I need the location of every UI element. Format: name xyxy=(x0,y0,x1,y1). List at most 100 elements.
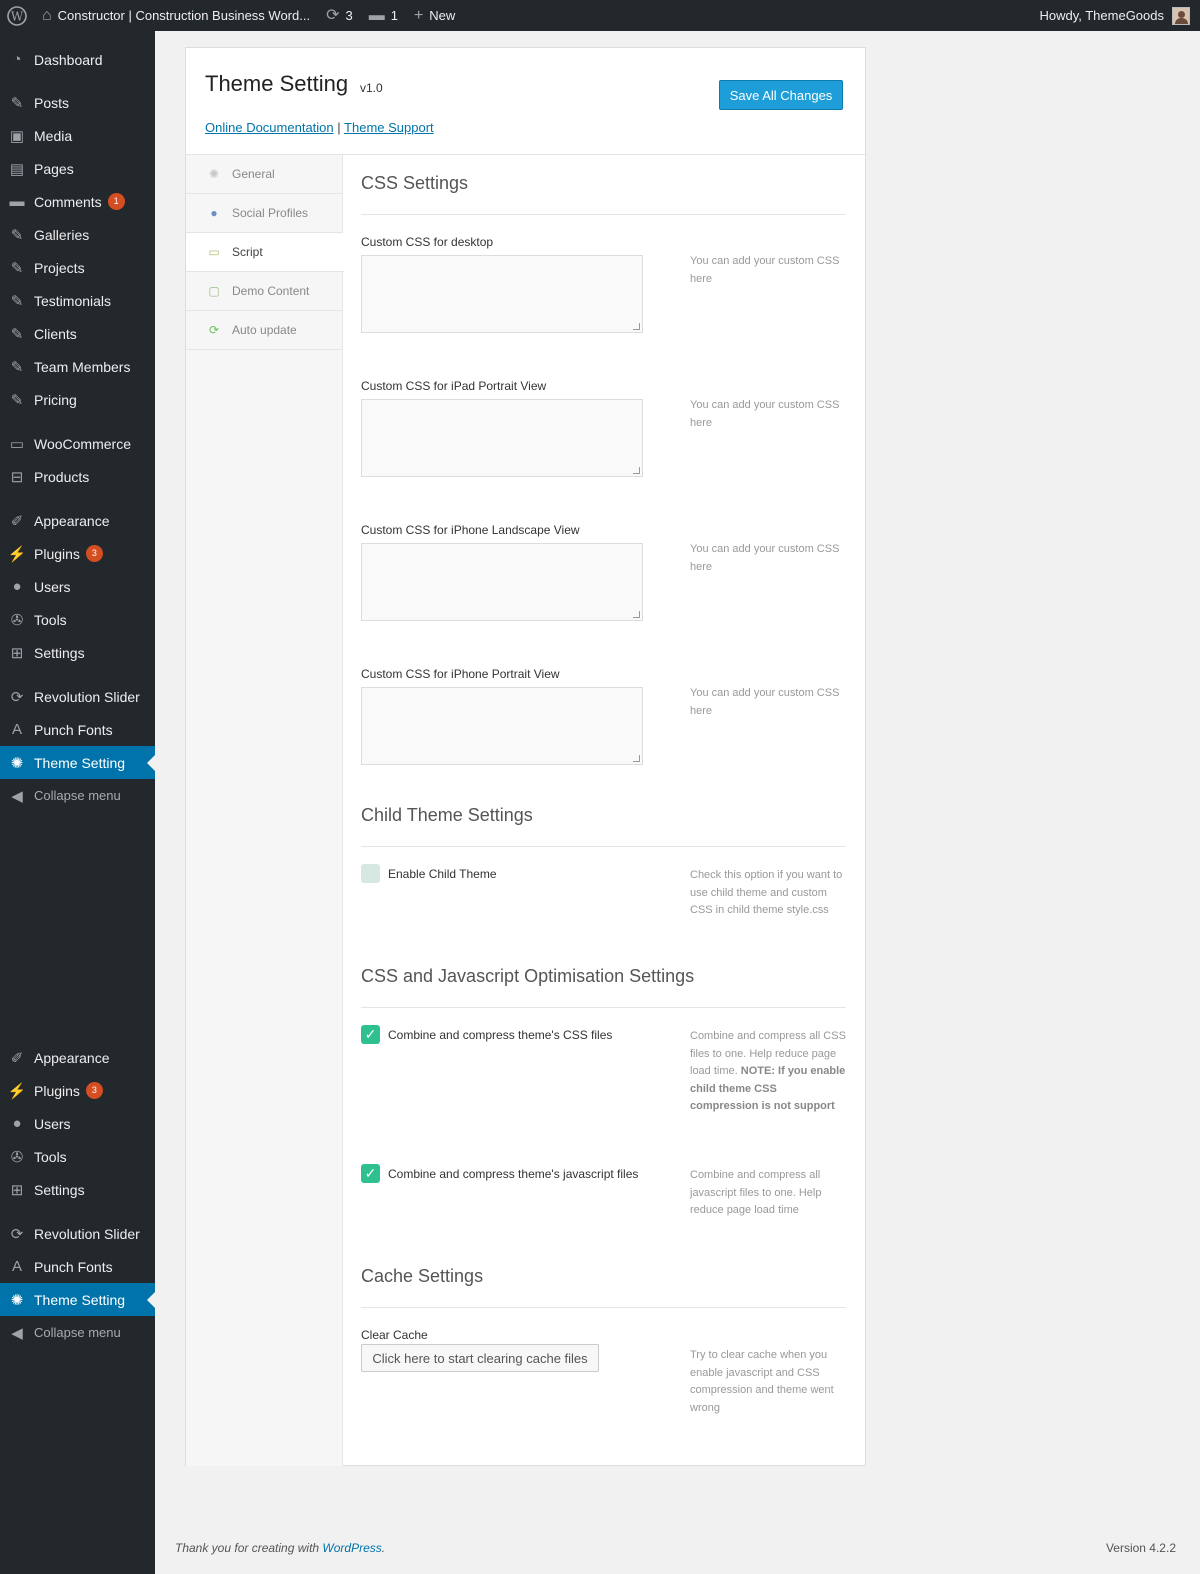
sidebar-item-label: Theme Setting xyxy=(34,1291,126,1308)
sidebar-item-punch-fonts[interactable]: A Punch Fonts xyxy=(0,1250,155,1283)
compress-css-checkbox[interactable]: ✓ xyxy=(361,1025,380,1044)
sidebar-item-theme-setting[interactable]: ✺ Theme Setting xyxy=(0,746,155,779)
wordpress-logo-icon[interactable]: W xyxy=(0,0,34,31)
tab-label: Script xyxy=(232,245,263,259)
custom-css-iphone-portrait-textarea[interactable] xyxy=(361,687,643,765)
sidebar-item-label: Users xyxy=(34,578,71,595)
field-label-desktop: Custom CSS for desktop xyxy=(361,235,494,249)
sidebar-item-woocommerce[interactable]: ▭ WooCommerce xyxy=(0,427,155,460)
sidebar-item-label: Galleries xyxy=(34,226,90,243)
optimisation-settings-title: CSS and Javascript Optimisation Settings xyxy=(361,966,846,1008)
footer-thanks: Thank you for creating with WordPress. xyxy=(175,1541,385,1555)
sidebar-item-team-members[interactable]: ✎ Team Members xyxy=(0,350,155,383)
new-content-link[interactable]: + New xyxy=(406,0,463,31)
svg-text:W: W xyxy=(11,9,24,23)
sidebar-item-appearance[interactable]: ✐ Appearance xyxy=(0,504,155,537)
font-icon: A xyxy=(11,1258,22,1275)
theme-support-link[interactable]: Theme Support xyxy=(344,120,434,135)
wordpress-link[interactable]: WordPress xyxy=(322,1541,381,1555)
sidebar-item-label: Tools xyxy=(34,1148,67,1165)
admin-bar: W ⌂ Constructor | Construction Business … xyxy=(0,0,1200,31)
tab-auto-update[interactable]: ⟳ Auto update xyxy=(186,311,343,350)
user-icon: ● xyxy=(12,578,22,595)
sidebar-item-label: Testimonials xyxy=(34,292,112,309)
my-account-link[interactable]: Howdy, ThemeGoods xyxy=(1031,0,1200,31)
sidebar-item-label: Revolution Slider xyxy=(34,688,140,705)
refresh-icon: ⟳ xyxy=(10,688,24,706)
font-icon: A xyxy=(11,721,22,738)
sidebar-item-label: Pricing xyxy=(34,391,77,408)
gear-icon: ✺ xyxy=(10,1291,24,1309)
sidebar-item-settings[interactable]: ⊞ Settings xyxy=(0,1173,155,1206)
plug-icon: ⚡ xyxy=(7,1082,27,1100)
sidebar-item-plugins[interactable]: ⚡ Plugins 3 xyxy=(0,537,155,570)
sidebar-item-media[interactable]: ▣ Media xyxy=(0,119,155,152)
footer-period: . xyxy=(381,1541,386,1555)
sidebar-item-plugins[interactable]: ⚡ Plugins 3 xyxy=(0,1074,155,1107)
sidebar-item-posts[interactable]: ✎ Posts xyxy=(0,86,155,119)
admin-sidebar: ◔ Dashboard ✎ Posts ▣ Media ▤ Pages ▬ Comments 1 ✎ G… xyxy=(0,31,155,1574)
custom-css-ipad-portrait-textarea[interactable] xyxy=(361,399,643,477)
sidebar-item-label: Team Members xyxy=(34,358,131,375)
tab-general[interactable]: ✺ General xyxy=(186,155,343,194)
sidebar-item-users[interactable]: ● Users xyxy=(0,1107,155,1140)
sidebar-item-comments[interactable]: ▬ Comments 1 xyxy=(0,185,155,218)
sidebar-item-tools[interactable]: ✇ Tools xyxy=(0,603,155,636)
sidebar-item-clients[interactable]: ✎ Clients xyxy=(0,317,155,350)
edit-icon: ✎ xyxy=(10,292,24,310)
tab-label: Social Profiles xyxy=(232,206,309,220)
clear-cache-button[interactable]: Click here to start clearing cache files xyxy=(361,1344,599,1372)
woo-icon: ▭ xyxy=(9,435,25,453)
sidebar-item-punch-fonts[interactable]: A Punch Fonts xyxy=(0,713,155,746)
compress-js-checkbox[interactable]: ✓ xyxy=(361,1164,380,1183)
sidebar-item-users[interactable]: ● Users xyxy=(0,570,155,603)
custom-css-desktop-textarea[interactable] xyxy=(361,255,643,333)
sidebar-item-label: Collapse menu xyxy=(34,788,121,803)
comments-link[interactable]: ▬ 1 xyxy=(361,0,406,31)
sidebar-item-testimonials[interactable]: ✎ Testimonials xyxy=(0,284,155,317)
brush-icon: ✐ xyxy=(10,512,24,530)
updates-link[interactable]: ⟳ 3 xyxy=(318,0,361,31)
css-icon: ▭ xyxy=(208,245,220,259)
save-all-changes-button[interactable]: Save All Changes xyxy=(719,80,843,110)
sidebar-item-revolution-slider[interactable]: ⟳ Revolution Slider xyxy=(0,680,155,713)
home-icon: ⌂ xyxy=(42,6,52,24)
sidebar-item-products[interactable]: ⊟ Products xyxy=(0,460,155,493)
sidebar-item-label: Products xyxy=(34,468,90,485)
sidebar-item-appearance[interactable]: ✐ Appearance xyxy=(0,1041,155,1074)
sidebar-item-label: Tools xyxy=(34,611,67,628)
site-name-link[interactable]: ⌂ Constructor | Construction Business Wo… xyxy=(34,0,318,31)
child-theme-settings-title: Child Theme Settings xyxy=(361,805,846,847)
sidebar-item-label: Punch Fonts xyxy=(34,721,113,738)
sidebar-item-pricing[interactable]: ✎ Pricing xyxy=(0,383,155,416)
enable-child-theme-checkbox[interactable] xyxy=(361,864,380,883)
sidebar-item-dashboard[interactable]: ◔ Dashboard xyxy=(0,43,155,76)
sidebar-item-projects[interactable]: ✎ Projects xyxy=(0,251,155,284)
tab-social-profiles[interactable]: ● Social Profiles xyxy=(186,194,343,233)
sidebar-item-galleries[interactable]: ✎ Galleries xyxy=(0,218,155,251)
online-documentation-link[interactable]: Online Documentation xyxy=(205,120,334,135)
sidebar-item-label: Appearance xyxy=(34,512,110,529)
edit-icon: ✎ xyxy=(10,226,24,244)
gear-icon: ✺ xyxy=(10,754,24,772)
sidebar-item-collapse-menu[interactable]: ◀ Collapse menu xyxy=(0,1316,155,1349)
custom-css-iphone-landscape-textarea[interactable] xyxy=(361,543,643,621)
sidebar-item-theme-setting[interactable]: ✺ Theme Setting xyxy=(0,1283,155,1316)
sidebar-item-tools[interactable]: ✇ Tools xyxy=(0,1140,155,1173)
sidebar-item-label: Projects xyxy=(34,259,85,276)
tab-demo-content[interactable]: ▢ Demo Content xyxy=(186,272,343,311)
sidebar-item-label: Media xyxy=(34,127,73,144)
user-icon: ● xyxy=(12,1115,22,1132)
sidebar-item-collapse-menu[interactable]: ◀ Collapse menu xyxy=(0,779,155,812)
field-help-iphone-landscape: You can add your custom CSS here xyxy=(690,543,840,573)
sidebar-item-label: Posts xyxy=(34,94,70,111)
sidebar-item-label: WooCommerce xyxy=(34,435,131,452)
sidebar-item-label: Appearance xyxy=(34,1049,110,1066)
sidebar-item-settings[interactable]: ⊞ Settings xyxy=(0,636,155,669)
tab-script[interactable]: ▭ Script xyxy=(186,233,344,272)
sidebar-item-label: Theme Setting xyxy=(34,754,126,771)
sidebar-item-revolution-slider[interactable]: ⟳ Revolution Slider xyxy=(0,1217,155,1250)
edit-icon: ✎ xyxy=(10,259,24,277)
sidebar-item-label: Comments xyxy=(34,193,102,210)
sidebar-item-pages[interactable]: ▤ Pages xyxy=(0,152,155,185)
